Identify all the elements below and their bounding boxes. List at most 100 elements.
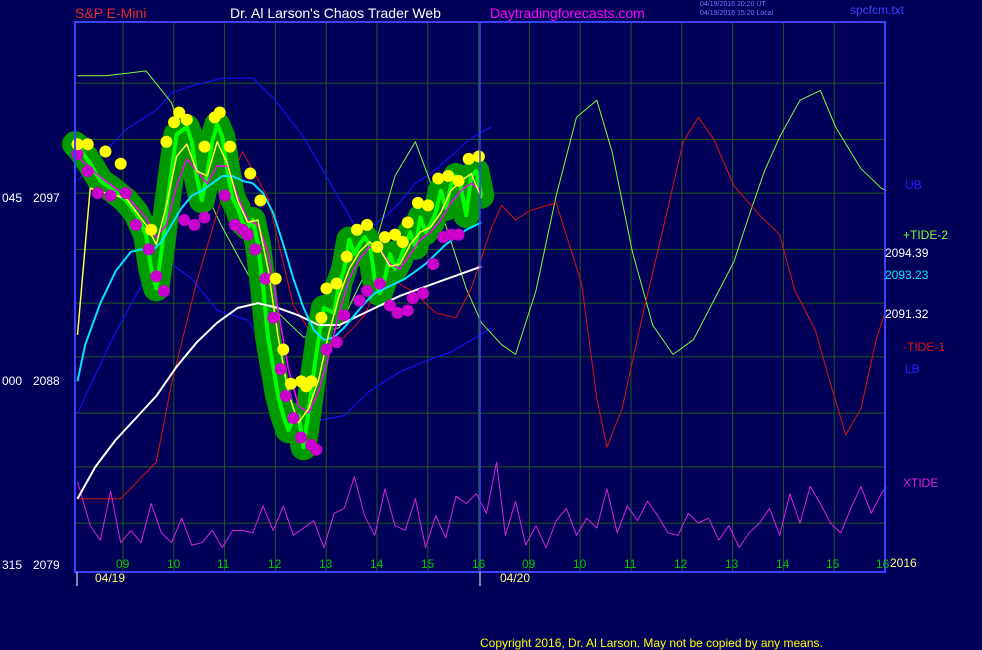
chart-frame xyxy=(74,21,886,586)
value-label-2091: 2091.32 xyxy=(885,307,929,321)
x-tick-label: 15 xyxy=(421,557,435,571)
high-dot xyxy=(254,194,267,207)
high-dot xyxy=(378,231,391,244)
low-dot xyxy=(320,343,333,356)
tide-minus-label: -TIDE-1 xyxy=(903,340,945,354)
x-tick-label: 12 xyxy=(674,557,688,571)
low-dot xyxy=(295,431,308,444)
high-dot xyxy=(145,223,158,236)
x-tick-label: 13 xyxy=(725,557,739,571)
x-tick-label: 13 xyxy=(319,557,333,571)
high-dot xyxy=(330,277,343,290)
low-dot xyxy=(310,443,323,456)
low-dot xyxy=(279,390,292,402)
low-dot xyxy=(391,306,404,319)
high-dot xyxy=(223,140,236,153)
high-dot xyxy=(462,152,475,165)
low-dot xyxy=(361,284,374,297)
x-tick-label: 16 xyxy=(472,557,486,571)
value-label-2094: 2094.39 xyxy=(885,246,929,260)
low-dot xyxy=(274,363,287,376)
low-dot xyxy=(150,270,163,283)
x-tick-label: 16 xyxy=(876,557,890,571)
low-dot xyxy=(249,243,262,256)
low-dot xyxy=(104,189,117,202)
high-dot xyxy=(244,167,257,180)
data-filename: spcfcm.txt xyxy=(850,3,905,17)
low-dot xyxy=(338,309,351,322)
y-tick-label-top: 2097 xyxy=(33,191,60,205)
x-tick-label: 14 xyxy=(370,557,384,571)
low-dot xyxy=(241,228,254,241)
x-tick-label: 12 xyxy=(268,557,282,571)
low-dot xyxy=(353,294,366,307)
x-tick-label: 10 xyxy=(167,557,181,571)
low-dot xyxy=(142,243,155,256)
xtide-label: XTIDE xyxy=(903,476,939,490)
x-tick-label: 11 xyxy=(217,557,230,571)
high-dot xyxy=(180,113,193,126)
high-dot xyxy=(99,145,112,158)
low-dot xyxy=(267,311,280,324)
site-link[interactable]: Daytradingforecasts.com xyxy=(490,5,645,21)
high-dot xyxy=(277,343,290,356)
low-dot xyxy=(119,187,132,200)
low-dot xyxy=(373,277,386,290)
xtide-line xyxy=(77,461,887,549)
y-tick-label-mid: 2088 xyxy=(33,374,60,388)
high-dot xyxy=(371,240,384,253)
high-dot xyxy=(361,218,374,231)
timestamp-local: 04/19/2016 15:20 Local xyxy=(700,10,774,17)
x-tick-label: 10 xyxy=(573,557,587,571)
low-dot xyxy=(452,228,465,241)
low-dot xyxy=(198,211,211,224)
high-dot xyxy=(284,377,297,390)
high-dot xyxy=(432,172,445,185)
chart xyxy=(62,21,887,586)
copyright-notice: Copyright 2016, Dr. Al Larson. May not b… xyxy=(480,636,823,650)
low-dot xyxy=(427,258,440,270)
x-tick-label: 15 xyxy=(826,557,840,571)
high-dot xyxy=(401,216,414,229)
year-label: 2016 xyxy=(890,556,917,570)
date-label-day2: 04/20 xyxy=(500,571,531,585)
high-dot xyxy=(411,196,424,209)
high-dot xyxy=(213,106,226,119)
low-dot xyxy=(157,284,170,297)
y-tick-prefix-bottom: 315 xyxy=(2,558,23,572)
low-dot xyxy=(129,218,142,231)
lb-label: LB xyxy=(905,362,920,376)
instrument-title: S&P E-Mini xyxy=(75,5,147,21)
low-dot xyxy=(91,187,104,200)
y-tick-label-bottom: 2079 xyxy=(33,558,60,572)
low-dot xyxy=(287,412,300,424)
high-dot xyxy=(114,157,127,170)
x-tick-label: 14 xyxy=(776,557,790,571)
x-tick-label: 11 xyxy=(624,557,637,571)
x-tick-label: 09 xyxy=(522,557,536,571)
high-dot xyxy=(160,135,173,148)
high-dot xyxy=(198,140,211,153)
high-dot xyxy=(422,199,435,212)
low-dot xyxy=(401,304,414,317)
tide-plus-label: +TIDE-2 xyxy=(903,228,949,242)
high-dot xyxy=(452,174,465,187)
high-dot xyxy=(81,138,94,151)
ub-label: UB xyxy=(905,178,922,192)
y-tick-prefix-mid: 000 xyxy=(2,374,23,388)
high-dot xyxy=(472,150,485,163)
low-dot xyxy=(330,336,343,349)
low-dot xyxy=(81,165,94,178)
x-tick-label: 09 xyxy=(116,557,130,571)
price-line xyxy=(73,122,484,450)
date-label-day1: 04/19 xyxy=(95,571,126,585)
value-label-2093: 2093.23 xyxy=(885,268,929,282)
high-dot xyxy=(315,311,328,324)
high-dot xyxy=(269,272,282,285)
header-title: Dr. Al Larson's Chaos Trader Web xyxy=(230,5,441,21)
high-dot xyxy=(340,250,353,263)
timestamp-ut: 04/19/2016 20:20 UT xyxy=(700,1,766,8)
low-dot xyxy=(188,218,201,231)
y-tick-prefix-top: 045 xyxy=(2,191,23,205)
high-dot xyxy=(396,236,409,248)
